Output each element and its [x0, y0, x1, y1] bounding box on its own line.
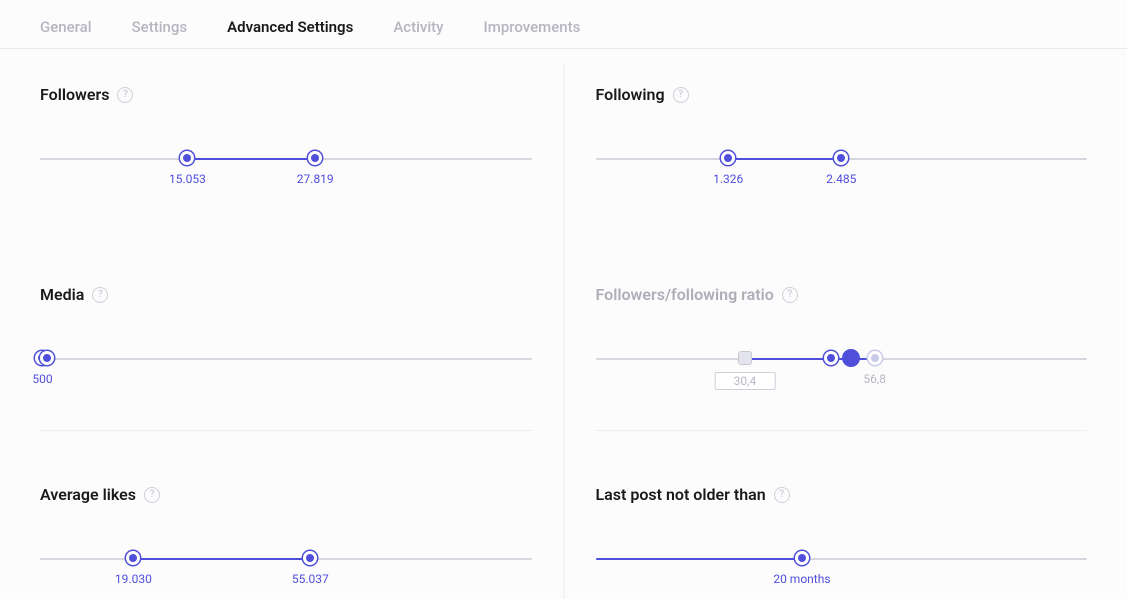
media-handle-high[interactable]: [40, 351, 54, 365]
ratio-label-stop: 30,4: [715, 372, 776, 390]
followers-handle-low[interactable]: [180, 151, 194, 165]
avglikes-label-low: 19.030: [115, 572, 152, 586]
tabs-bar: General Settings Advanced Settings Activ…: [0, 0, 1127, 49]
followers-slider[interactable]: 15.053 27.819: [40, 150, 532, 190]
slider-fill: [728, 158, 841, 160]
avglikes-label-high: 55.037: [292, 572, 329, 586]
lastpost-title: Last post not older than ?: [596, 485, 1088, 504]
following-label-high: 2.485: [826, 172, 856, 186]
avglikes-title: Average likes ?: [40, 485, 532, 504]
media-title: Media ?: [40, 285, 532, 304]
lastpost-slider[interactable]: 20 months: [596, 550, 1088, 590]
avglikes-handle-low[interactable]: [126, 551, 140, 565]
media-label-low: 500: [32, 372, 52, 386]
media-title-text: Media: [40, 285, 84, 304]
avglikes-handle-high[interactable]: [303, 551, 317, 565]
help-icon[interactable]: ?: [673, 87, 689, 103]
lastpost-cell: Last post not older than ? 20 months: [564, 449, 1088, 599]
settings-grid: Followers ? 15.053 27.819 Following ? 1.…: [0, 49, 1127, 599]
cell-divider: [40, 430, 532, 431]
slider-track: [40, 358, 532, 360]
following-label-low: 1.326: [713, 172, 743, 186]
tab-general[interactable]: General: [40, 18, 92, 36]
ratio-stop-marker[interactable]: [738, 351, 752, 365]
tab-improvements[interactable]: Improvements: [484, 18, 581, 36]
followers-title: Followers ?: [40, 85, 532, 104]
following-title: Following ?: [596, 85, 1088, 104]
help-icon[interactable]: ?: [774, 487, 790, 503]
following-slider[interactable]: 1.326 2.485: [596, 150, 1088, 190]
followers-label-low: 15.053: [169, 172, 206, 186]
followers-label-high: 27.819: [297, 172, 334, 186]
ratio-label-ghost: 56,8: [863, 372, 886, 386]
tab-settings[interactable]: Settings: [132, 18, 188, 36]
followers-title-text: Followers: [40, 85, 109, 104]
ratio-slider[interactable]: 30,4 56,8: [596, 350, 1088, 390]
lastpost-title-text: Last post not older than: [596, 485, 766, 504]
following-title-text: Following: [596, 85, 665, 104]
slider-fill: [596, 558, 802, 560]
ratio-handle-big[interactable]: [842, 349, 860, 367]
help-icon[interactable]: ?: [144, 487, 160, 503]
media-cell: Media ? 500: [40, 249, 564, 449]
slider-fill: [187, 158, 315, 160]
following-handle-low[interactable]: [721, 151, 735, 165]
followers-handle-high[interactable]: [308, 151, 322, 165]
column-divider: [563, 63, 564, 599]
ratio-handle-ghost[interactable]: [868, 351, 882, 365]
cell-divider: [596, 430, 1088, 431]
lastpost-label: 20 months: [773, 572, 830, 586]
ratio-cell: Followers/following ratio ? 30,4 56,8: [564, 249, 1088, 449]
ratio-handle-mid[interactable]: [824, 351, 838, 365]
media-slider[interactable]: 500: [40, 350, 532, 390]
ratio-title: Followers/following ratio ?: [596, 285, 1088, 304]
help-icon[interactable]: ?: [92, 287, 108, 303]
slider-fill: [133, 558, 310, 560]
tab-advanced-settings[interactable]: Advanced Settings: [227, 18, 353, 36]
help-icon[interactable]: ?: [117, 87, 133, 103]
following-handle-high[interactable]: [834, 151, 848, 165]
lastpost-handle[interactable]: [795, 551, 809, 565]
help-icon[interactable]: ?: [782, 287, 798, 303]
followers-cell: Followers ? 15.053 27.819: [40, 49, 564, 249]
ratio-title-text: Followers/following ratio: [596, 285, 774, 304]
avglikes-title-text: Average likes: [40, 485, 136, 504]
following-cell: Following ? 1.326 2.485: [564, 49, 1088, 249]
avglikes-slider[interactable]: 19.030 55.037: [40, 550, 532, 590]
tab-activity[interactable]: Activity: [393, 18, 443, 36]
avglikes-cell: Average likes ? 19.030 55.037: [40, 449, 564, 599]
